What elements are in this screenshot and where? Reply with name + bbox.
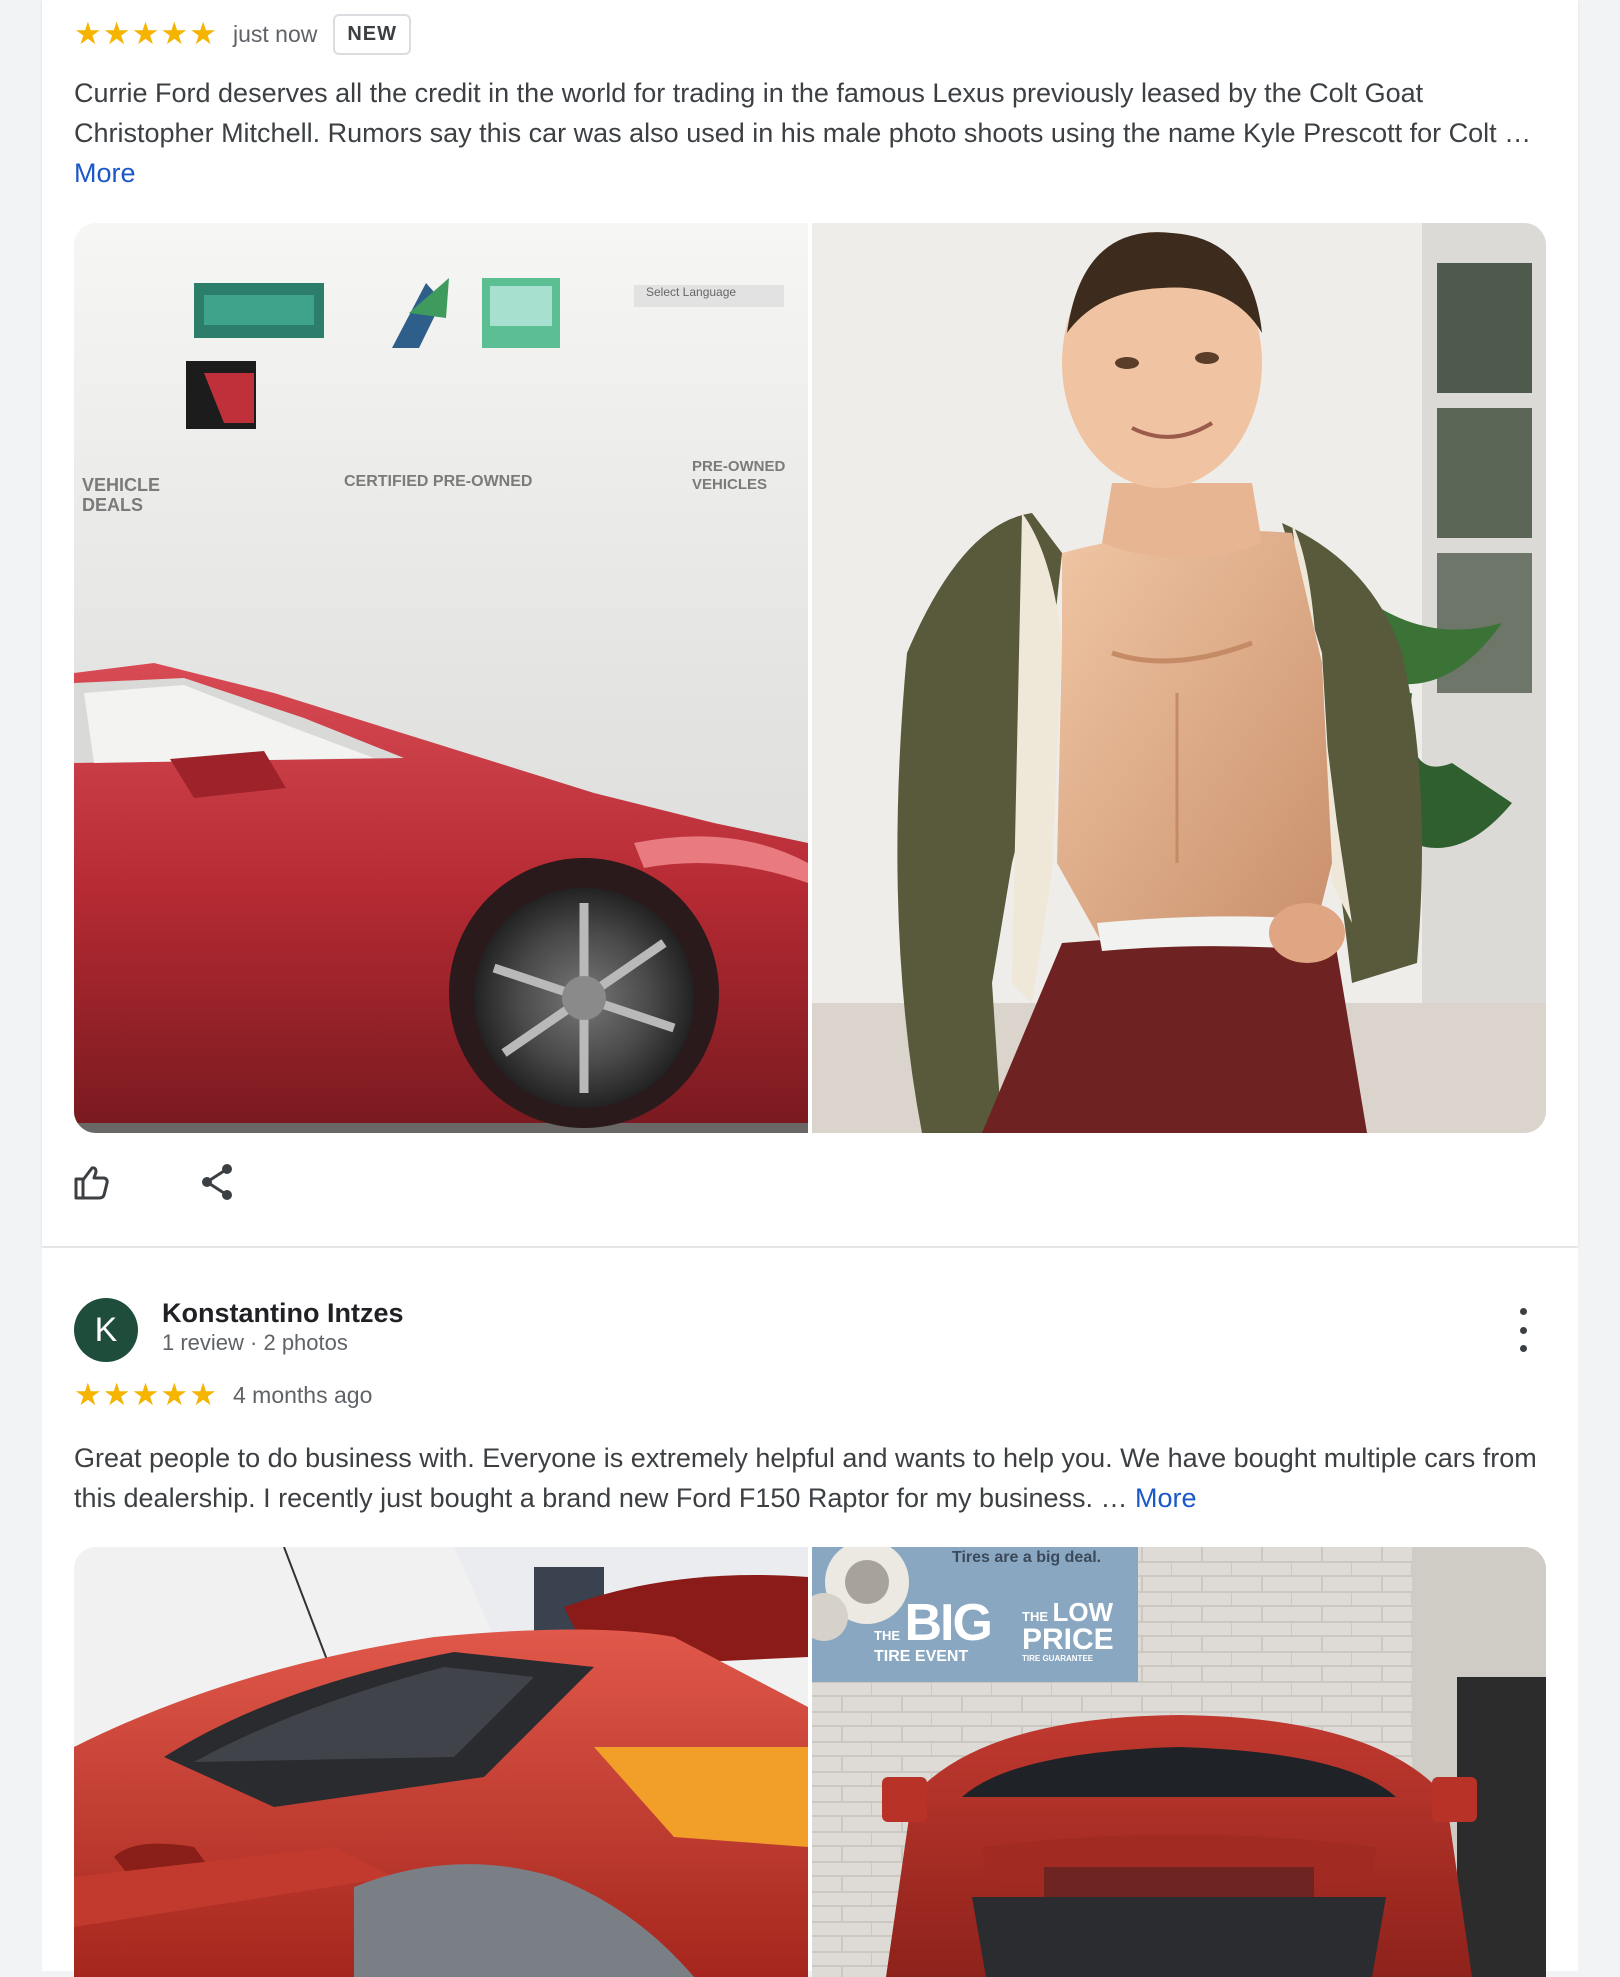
sign-vehicle-deals: VEHICLE DEALS bbox=[82, 475, 161, 515]
review-photos: Tires are a big deal. THE BIG TIRE EVENT… bbox=[74, 1547, 1546, 1977]
more-link[interactable]: More bbox=[74, 158, 136, 188]
review-body: Great people to do business with. Everyo… bbox=[74, 1443, 1537, 1513]
author-name[interactable]: Konstantino Intzes bbox=[162, 1298, 404, 1329]
star-icon: ★ bbox=[74, 16, 102, 52]
thumbs-up-icon[interactable] bbox=[68, 1160, 112, 1204]
avatar[interactable]: K bbox=[74, 1298, 138, 1362]
review-meta: ★ ★ ★ ★ ★ 4 months ago bbox=[74, 1380, 372, 1411]
author-stats: 1 review · 2 photos bbox=[162, 1330, 348, 1355]
low-price-logo: THE LOW PRICE TIRE GUARANTEE bbox=[1022, 1597, 1114, 1663]
review-photo-truck-side[interactable] bbox=[74, 1547, 808, 1977]
review-text: Great people to do business with. Everyo… bbox=[74, 1438, 1554, 1518]
star-icon: ★ bbox=[189, 1377, 217, 1413]
review-time: just now bbox=[232, 21, 318, 47]
star-icon: ★ bbox=[131, 1377, 160, 1413]
share-icon[interactable] bbox=[196, 1160, 240, 1204]
review-photo-car[interactable]: VEHICLE DEALS CERTIFIED PRE-OWNED PRE-OWN… bbox=[74, 223, 808, 1133]
review-text: Currie Ford deserves all the credit in t… bbox=[74, 73, 1554, 193]
review-time: 4 months ago bbox=[232, 1382, 373, 1408]
more-link[interactable]: More bbox=[1135, 1483, 1197, 1513]
big-tire-event-logo: THE BIG TIRE EVENT bbox=[874, 1594, 993, 1665]
star-icon: ★ bbox=[102, 16, 131, 52]
review-card: ★ ★ ★ ★ ★ just now NEW Currie Ford deser… bbox=[42, 0, 1578, 1246]
review-photos: VEHICLE DEALS CERTIFIED PRE-OWNED PRE-OWN… bbox=[74, 223, 1546, 1133]
sign-certified: CERTIFIED PRE-OWNED bbox=[344, 473, 533, 490]
sign-preowned: PRE-OWNED VEHICLES bbox=[692, 458, 786, 493]
more-vert-icon[interactable] bbox=[1508, 1308, 1538, 1352]
star-icon: ★ bbox=[102, 1377, 131, 1413]
review-card: K Konstantino Intzes 1 review · 2 photos… bbox=[42, 1248, 1578, 1977]
star-icon: ★ bbox=[160, 1377, 189, 1413]
sign-language: Select Language bbox=[646, 285, 737, 299]
new-badge: NEW bbox=[333, 14, 412, 55]
review-photo-truck-front[interactable]: Tires are a big deal. THE BIG TIRE EVENT… bbox=[812, 1547, 1546, 1977]
star-icon: ★ bbox=[74, 1377, 102, 1413]
star-icon: ★ bbox=[189, 16, 217, 52]
review-photo-person[interactable] bbox=[812, 223, 1546, 1133]
star-rating: ★ ★ ★ ★ ★ bbox=[74, 19, 217, 50]
star-icon: ★ bbox=[131, 16, 160, 52]
review-body: Currie Ford deserves all the credit in t… bbox=[74, 78, 1532, 148]
tire-tagline: Tires are a big deal. bbox=[952, 1549, 1102, 1566]
review-meta: ★ ★ ★ ★ ★ just now NEW bbox=[74, 14, 412, 55]
star-rating: ★ ★ ★ ★ ★ bbox=[74, 1380, 217, 1411]
star-icon: ★ bbox=[160, 16, 189, 52]
